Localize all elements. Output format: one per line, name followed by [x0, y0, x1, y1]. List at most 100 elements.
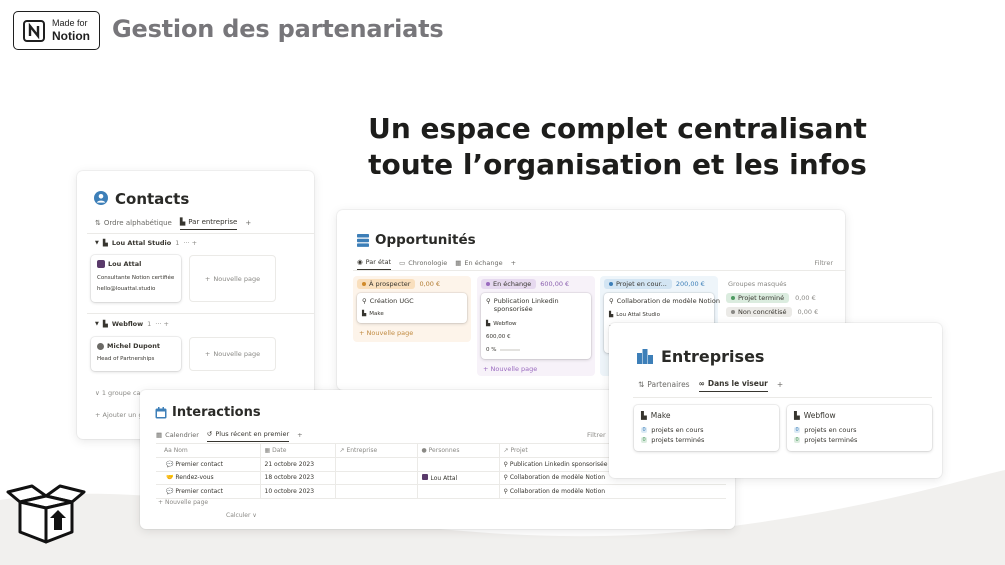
status-badge: En échange: [481, 279, 537, 289]
count-badge: 0: [641, 427, 648, 433]
contact-email: hello@louattal.studio: [97, 286, 156, 292]
entreprises-title: Entreprises: [661, 347, 765, 366]
tab-par-entreprise[interactable]: ▙ Par entreprise: [179, 218, 238, 230]
opportunity-card[interactable]: ⚲ Publication Linkedin sponsorisée ▙ Webfl…: [481, 293, 591, 359]
more-icon[interactable]: ··· +: [155, 320, 169, 328]
header-label: Personnes: [428, 447, 460, 454]
row-projet: Collaboration de modèle Notion: [509, 474, 606, 482]
card-tag: Lou Attal Studio: [616, 312, 660, 318]
plus-icon: +: [483, 365, 489, 373]
chevron-down-icon: ∨: [95, 389, 100, 397]
new-page-label: Nouvelle page: [213, 274, 261, 283]
column-amount: 200,00 €: [675, 280, 705, 288]
company-card-webflow[interactable]: ▙ Webflow 0 projets en cours 0 projets te…: [787, 405, 932, 451]
row-personne: Lou Attal: [430, 474, 458, 482]
new-page-button[interactable]: + Nouvelle page: [158, 499, 208, 506]
group-amount: 0,00 €: [795, 294, 816, 302]
headline-line-1: Un espace complet centralisant: [368, 112, 867, 145]
history-icon: ↺: [206, 430, 213, 438]
group-header-webflow[interactable]: ▼ ▙ Webflow 1 ··· +: [95, 320, 169, 328]
person-icon: [97, 342, 104, 350]
row-personne: [416, 484, 499, 498]
plus-icon: +: [158, 499, 164, 506]
search-icon: ⚲: [609, 297, 614, 305]
new-page-button[interactable]: + Nouvelle page: [483, 365, 537, 373]
row-nom: Premier contact: [175, 487, 223, 495]
add-view-button[interactable]: +: [777, 380, 783, 392]
filter-button[interactable]: Filtrer: [587, 431, 606, 439]
header-personnes: ● Personnes: [416, 443, 499, 458]
building-icon: ▙: [362, 311, 367, 317]
hidden-group-non-concretise[interactable]: Non concrétisé 0,00 €: [726, 307, 818, 317]
calculate-label: Calculer: [226, 512, 251, 519]
card-title: Publication Linkedin sponsorisée: [493, 297, 559, 313]
chevron-down-icon: ▼: [95, 321, 99, 327]
hidden-group-projet-termine[interactable]: Projet terminé 0,00 €: [726, 293, 816, 303]
building-icon: ▙: [102, 239, 108, 247]
opportunity-card[interactable]: ⚲ Création UGC ▙ Make: [357, 293, 467, 323]
plus-icon: +: [245, 218, 252, 227]
column-en-echange: En échange 600,00 € ⚲ Publication Linkedi…: [477, 276, 595, 376]
building-icon: ▙: [179, 218, 186, 226]
chat-icon: 💬: [166, 487, 176, 495]
contact-card-michel-dupont[interactable]: Michel Dupont Head of Partnerships: [91, 337, 181, 371]
more-icon[interactable]: ··· +: [183, 239, 197, 247]
row-entreprise: [334, 471, 417, 485]
tab-partenaires[interactable]: ⇅ Partenaires: [638, 380, 690, 392]
add-view-button[interactable]: +: [511, 259, 516, 270]
chevron-down-icon: ∨: [252, 512, 257, 519]
new-page-button[interactable]: + Nouvelle page: [189, 255, 276, 302]
card-amount: 600,00 €: [486, 334, 511, 340]
tab-en-echange[interactable]: ▦ En échange: [455, 259, 502, 270]
tab-label: Ordre alphabétique: [103, 218, 172, 227]
contacts-title: Contacts: [115, 190, 190, 208]
company-name: Webflow: [803, 411, 836, 420]
tab-label: Par état: [365, 258, 392, 266]
new-page-button[interactable]: + Nouvelle page: [189, 337, 276, 371]
add-group-button[interactable]: + Ajouter un g: [95, 411, 143, 419]
open-box-icon: [6, 484, 86, 544]
add-view-button[interactable]: +: [245, 219, 251, 230]
tab-chronologie[interactable]: ▭ Chronologie: [399, 259, 447, 270]
tab-dans-le-viseur[interactable]: ∞ Dans le viseur: [698, 379, 768, 392]
contact-role: Consultante Notion certifiée: [97, 275, 175, 281]
tab-calendrier[interactable]: ▦ Calendrier: [156, 431, 199, 442]
row-projet: Publication Linkedin sponsorisée: [509, 460, 608, 468]
headline: Un espace complet centralisant toute l’o…: [340, 111, 895, 183]
status-badge: Non concrétisé: [726, 307, 792, 317]
calendar-icon: ▦: [156, 430, 163, 439]
group-header-lou-attal-studio[interactable]: ▼ ▙ Lou Attal Studio 1 ··· +: [95, 239, 197, 247]
filter-button[interactable]: Filtrer: [814, 259, 833, 267]
header-label: Date: [272, 447, 287, 454]
new-page-button[interactable]: + Nouvelle page: [359, 329, 413, 337]
notion-logo-icon: [23, 20, 45, 42]
hidden-groups-toggle[interactable]: ∨ 1 groupe ca: [95, 389, 141, 397]
binoculars-icon: ∞: [698, 379, 705, 388]
row-personne: [416, 457, 499, 471]
contact-name: Michel Dupont: [107, 342, 160, 350]
column-amount: 600,00 €: [540, 280, 570, 288]
building-icon: ▙: [641, 411, 647, 420]
badge-bottom-text: Notion: [52, 29, 90, 43]
status-label: En échange: [493, 280, 532, 288]
opportunites-title: Opportunités: [375, 232, 476, 248]
count-badge: 0: [794, 427, 801, 433]
company-name: Make: [650, 411, 671, 420]
add-view-button[interactable]: +: [297, 431, 302, 442]
contact-person-icon: [94, 191, 108, 205]
tab-ordre-alphabetique[interactable]: ⇅ Ordre alphabétique: [95, 219, 172, 230]
search-icon: ⚲: [486, 297, 491, 305]
company-card-make[interactable]: ▙ Make 0 projets en cours 0 projets termi…: [634, 405, 779, 451]
tab-label: En échange: [464, 258, 503, 267]
card-title: Création UGC: [369, 297, 414, 305]
badge-top-text: Made for: [52, 18, 88, 28]
status-badge: Projet terminé: [726, 293, 790, 303]
calculate-button[interactable]: Calculer ∨: [226, 512, 257, 519]
header-label: Entreprise: [346, 447, 378, 454]
tab-plus-recent[interactable]: ↺ Plus récent en premier: [206, 430, 290, 442]
contact-card-lou-attal[interactable]: Lou Attal Consultante Notion certifiée h…: [91, 255, 181, 302]
tab-par-etat[interactable]: ◉ Par état: [357, 258, 392, 270]
table-row[interactable]: 💬 Premier contact 10 octobre 2023 ⚲ Coll…: [156, 484, 726, 498]
new-page-label: Nouvelle page: [213, 350, 261, 358]
group-count: 1: [147, 320, 152, 328]
